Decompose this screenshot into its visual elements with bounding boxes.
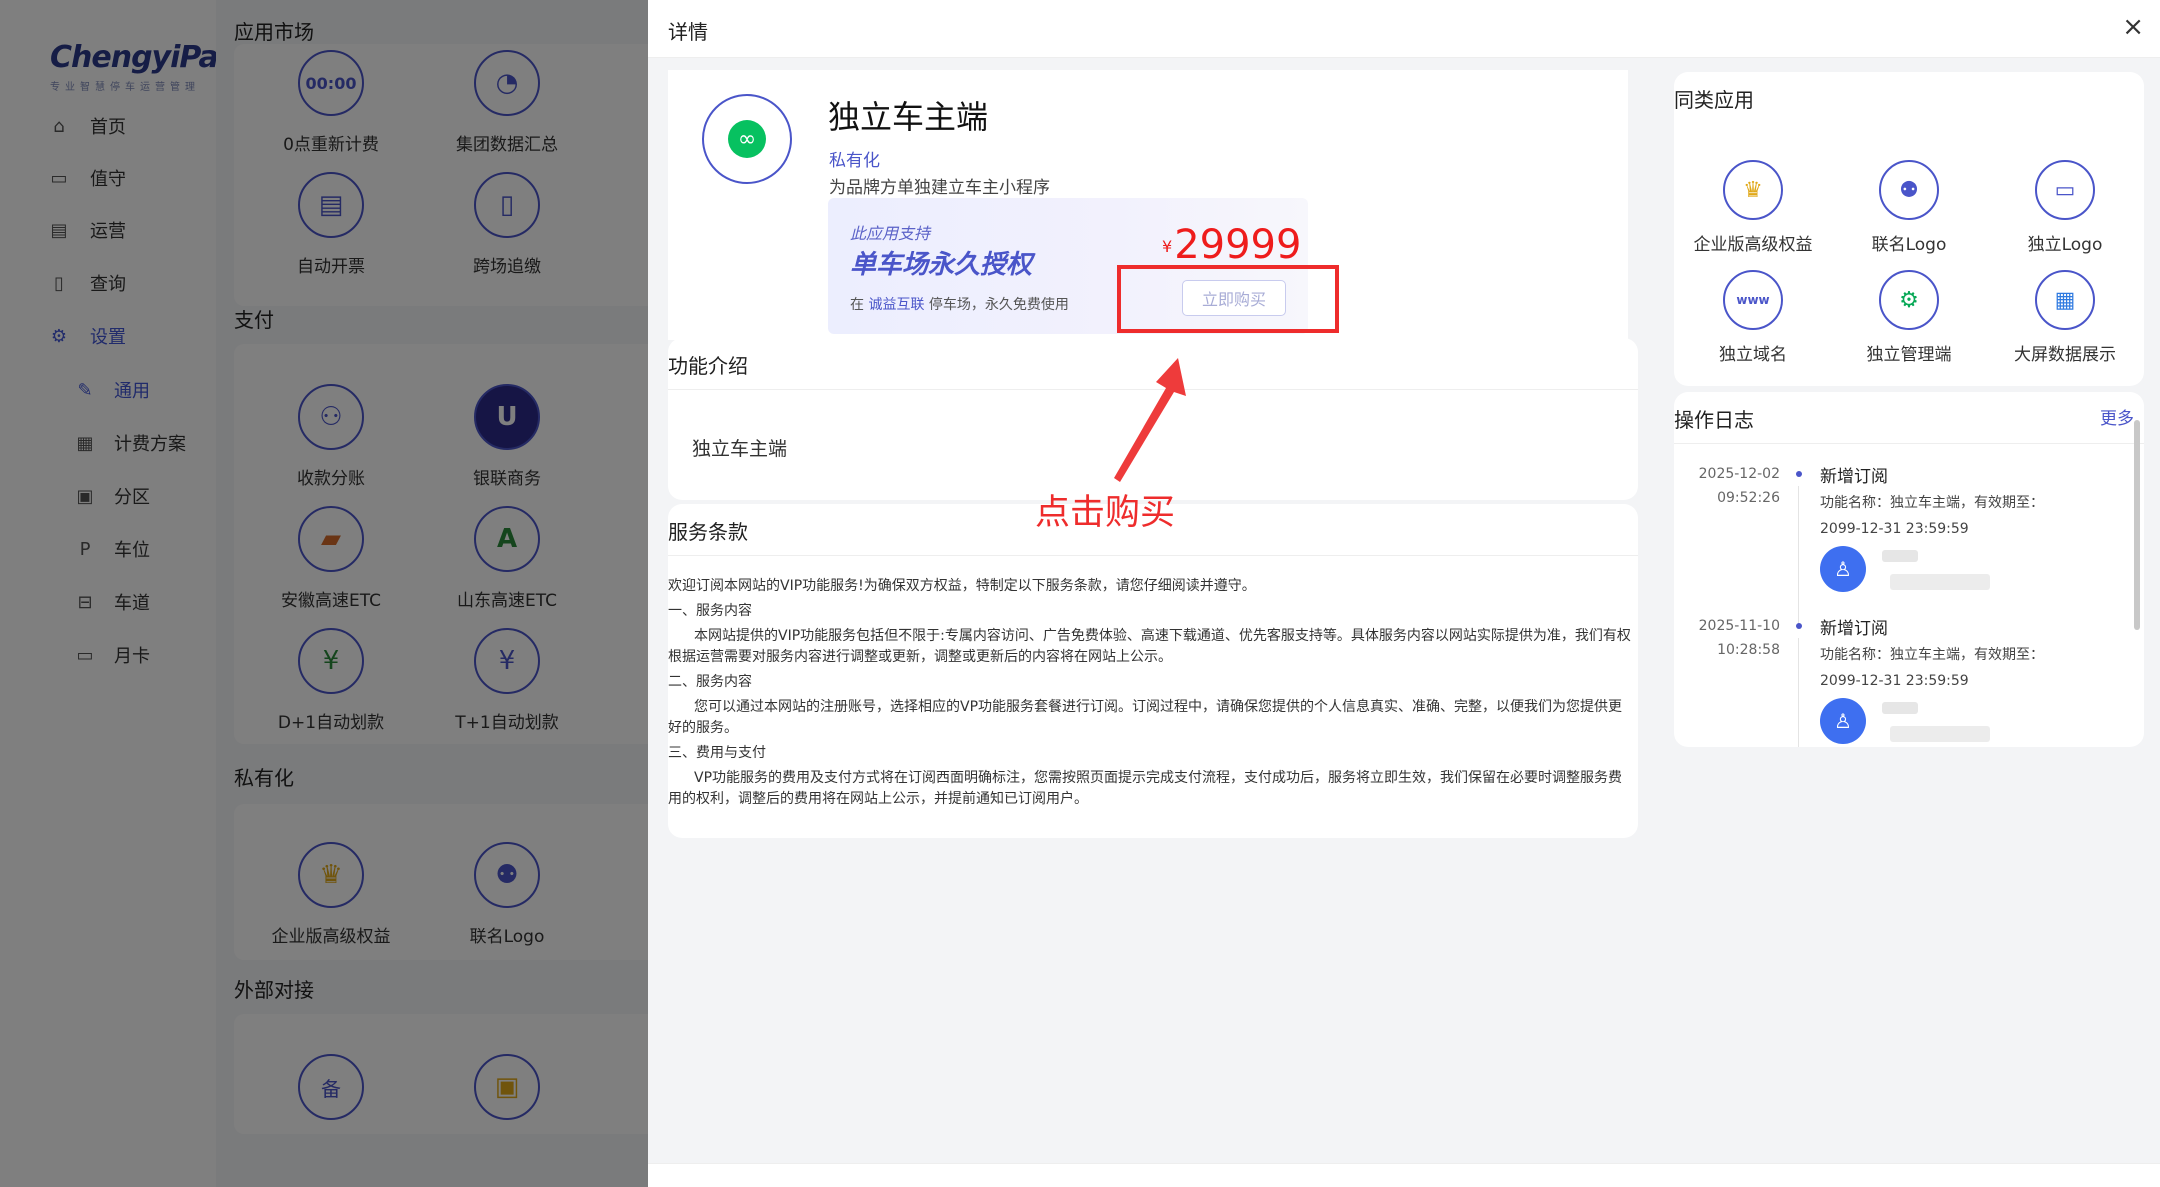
drawer-title: 详情 [668,20,708,44]
terms-paragraph: 本网站提供的VIP功能服务包括但不限于:专属内容访问、广告免费体验、高速下载通道… [668,628,1631,665]
log-entry: 2025-12-02 09:52:26 新增订阅 功能名称：独立车主端，有效期至… [1674,462,2144,626]
detail-drawer: 详情 × ∞ 独立车主端 私有化 为品牌方单独建立车主小程序 此应用支持 单车场… [648,0,2160,1187]
terms-card: 服务条款 欢迎订阅本网站的VIP功能服务!为确保双方权益，特制定以下服务条款，请… [668,504,1638,838]
timeline-dot [1796,471,1802,477]
product-tag: 私有化 [829,151,880,171]
function-intro-text: 独立车主端 [692,438,788,460]
modal-overlay[interactable] [0,0,648,1187]
promo-note: 在 诚益互联 停车场，永久免费使用 [850,297,1069,313]
partner-link[interactable]: 诚益互联 [868,297,924,313]
log-title: 新增订阅 [1820,619,1888,639]
price: ¥29999 [1162,222,1301,268]
annotation-text: 点击购买 [1035,493,1176,533]
similar-apps-card: 同类应用 ♛ 企业版高级权益 ⚉ 联名Logo ▭ 独立Logo www 独立域… [1674,72,2144,386]
currency-symbol: ¥ [1162,237,1173,256]
dashboard-icon: ▦ [2035,270,2095,330]
display-icon: ▭ [2035,160,2095,220]
log-timestamp: 2025-11-10 10:28:58 [1698,618,1780,658]
redacted-info [1890,574,1990,590]
domain-icon: www [1723,270,1783,330]
drawer-footer [648,1163,2160,1187]
redacted-name [1882,550,1918,562]
more-link[interactable]: 更多 [2100,404,2134,429]
terms-body: 欢迎订阅本网站的VIP功能服务!为确保双方权益，特制定以下服务条款，请您仔细阅读… [668,576,1634,814]
price-value: 29999 [1174,222,1302,268]
similar-app-tile[interactable]: ⚉ 联名Logo [1834,160,1984,255]
timeline-line [1798,638,1799,747]
annotation-highlight-box [1117,265,1339,333]
log-scrollbar[interactable] [2134,420,2140,630]
log-detail: 功能名称：独立车主端，有效期至： 2099-12-31 23:59:59 [1820,495,2044,537]
promo-headline: 单车场永久授权 [850,250,1033,280]
terms-heading: 三、费用与支付 [668,745,766,761]
terms-paragraph: 您可以通过本网站的注册账号，选择相应的VP功能服务套餐进行订阅。订阅过程中，请确… [668,699,1623,736]
terms-heading: 二、服务内容 [668,674,752,690]
drawer-header: 详情 × [648,0,2160,58]
annotation-arrow [1114,358,1186,482]
similar-app-tile[interactable]: ▭ 独立Logo [1990,160,2140,255]
similar-app-tile[interactable]: ▦ 大屏数据展示 [1990,270,2140,365]
terms-heading: 一、服务内容 [668,603,752,619]
user-avatar-icon: ♙ [1820,546,1866,592]
log-timestamp: 2025-12-02 09:52:26 [1698,466,1780,506]
redacted-name [1882,702,1918,714]
promo-small-text: 此应用支持 [850,224,931,243]
terms-paragraph: 欢迎订阅本网站的VIP功能服务!为确保双方权益，特制定以下服务条款，请您仔细阅读… [668,578,1256,594]
similar-apps-title: 同类应用 [1674,88,1754,112]
timeline-dot [1796,623,1802,629]
admin-gear-icon: ⚙ [1879,270,1939,330]
product-description: 为品牌方单独建立车主小程序 [829,178,1050,198]
timeline-line [1798,486,1799,626]
product-icon: ∞ [702,94,792,184]
user-avatar-icon: ♙ [1820,698,1866,744]
operation-log-title: 操作日志 [1674,392,2144,444]
similar-app-tile[interactable]: www 独立域名 [1678,270,1828,365]
log-title: 新增订阅 [1820,467,1888,487]
operation-log-card: 操作日志 更多 2025-12-02 09:52:26 新增订阅 功能名称：独立… [1674,392,2144,747]
terms-paragraph: VP功能服务的费用及支付方式将在订阅西面明确标注，您需按照页面提示完成支付流程，… [668,770,1623,807]
redacted-info [1890,726,1990,742]
similar-app-tile[interactable]: ♛ 企业版高级权益 [1678,160,1828,255]
log-entry: 2025-11-10 10:28:58 新增订阅 功能名称：独立车主端，有效期至… [1674,614,2144,747]
product-name: 独立车主端 [828,98,989,136]
background-app: ChengyiPark 专业智慧停车运营管理 ⌂ 首页 ▭ 值守 ▤ 运营 ▯ … [0,0,648,1187]
log-detail: 功能名称：独立车主端，有效期至： 2099-12-31 23:59:59 [1820,647,2044,689]
mini-program-icon: ∞ [728,120,766,158]
similar-app-tile[interactable]: ⚙ 独立管理端 [1834,270,1984,365]
co-brand-icon: ⚉ [1879,160,1939,220]
crown-icon: ♛ [1723,160,1783,220]
close-icon[interactable]: × [2122,12,2144,42]
